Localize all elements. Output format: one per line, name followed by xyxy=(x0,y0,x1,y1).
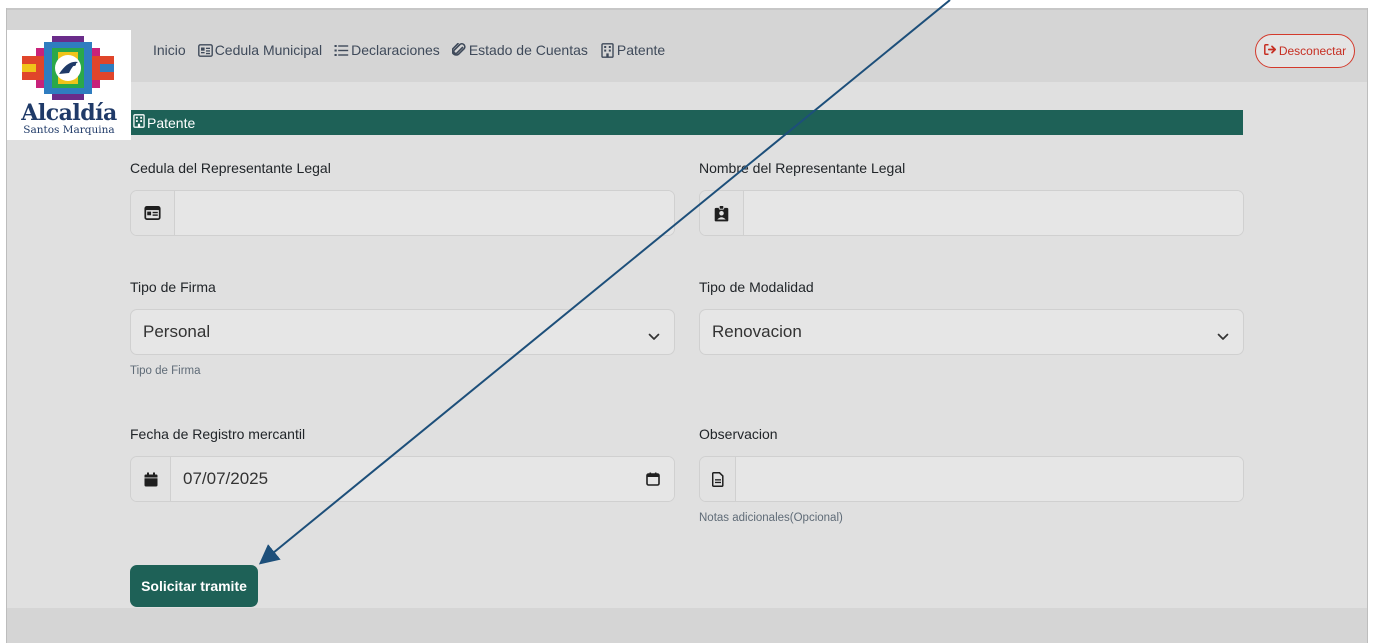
id-badge-icon xyxy=(700,191,744,235)
nav-item-estado-de-cuentas[interactable]: Estado de Cuentas xyxy=(452,42,588,58)
observacion-input-group xyxy=(699,456,1244,502)
brand-logo[interactable]: Alcaldía Santos Marquina xyxy=(7,30,131,140)
fecha-registro-input-group: 07/07/2025 xyxy=(130,456,675,502)
calendar-icon xyxy=(131,457,171,501)
list-icon xyxy=(334,43,349,58)
logout-label: Desconectar xyxy=(1278,44,1347,58)
observacion-label: Observacion xyxy=(699,426,778,442)
fecha-registro-input[interactable]: 07/07/2025 xyxy=(171,457,674,501)
nav-item-label: Declaraciones xyxy=(351,42,440,58)
nombre-label: Nombre del Representante Legal xyxy=(699,160,906,176)
cedula-input[interactable] xyxy=(175,191,674,235)
paperclip-icon xyxy=(452,43,467,58)
nombre-input[interactable] xyxy=(744,191,1243,235)
tipo-firma-value: Personal xyxy=(143,322,211,341)
building-icon xyxy=(133,114,145,131)
nav-item-label: Patente xyxy=(616,42,666,58)
file-text-icon xyxy=(700,457,736,501)
tipo-firma-help: Tipo de Firma xyxy=(130,365,201,377)
tipo-modalidad-label: Tipo de Modalidad xyxy=(699,279,814,295)
section-title: Patente xyxy=(147,114,196,131)
footer xyxy=(7,608,1367,643)
nombre-input-group xyxy=(699,190,1244,236)
nav-item-patente[interactable]: Patente xyxy=(600,42,665,58)
app-screen: Inicio Cedula Municipal Declaraciones Es… xyxy=(6,8,1368,643)
nav-item-declaraciones[interactable]: Declaraciones xyxy=(334,42,440,58)
sign-out-icon xyxy=(1263,44,1276,58)
tipo-modalidad-select[interactable]: Renovacion xyxy=(699,309,1244,355)
brand-title: Alcaldía xyxy=(21,100,117,126)
logout-button[interactable]: Desconectar xyxy=(1255,34,1355,68)
calendar-picker-icon[interactable] xyxy=(646,472,660,486)
chakana-logo-icon xyxy=(22,36,114,100)
chevron-down-icon xyxy=(648,326,660,346)
chevron-down-icon xyxy=(1217,326,1229,346)
brand-subtitle: Santos Marquina xyxy=(23,124,115,136)
observacion-help: Notas adicionales(Opcional) xyxy=(699,512,843,524)
solicitar-tramite-button[interactable]: Solicitar tramite xyxy=(130,565,258,607)
id-card-icon xyxy=(131,191,175,235)
cedula-input-group xyxy=(130,190,675,236)
tipo-firma-label: Tipo de Firma xyxy=(130,279,216,295)
observacion-input[interactable] xyxy=(736,457,1243,501)
fecha-registro-value: 07/07/2025 xyxy=(183,469,269,488)
nav-links: Inicio Cedula Municipal Declaraciones Es… xyxy=(153,42,665,58)
section-header: Patente xyxy=(129,110,1243,135)
nav-item-cedula-municipal[interactable]: Cedula Municipal xyxy=(197,42,323,58)
navbar: Inicio Cedula Municipal Declaraciones Es… xyxy=(7,10,1367,82)
nav-item-label: Inicio xyxy=(153,42,186,58)
id-card-icon xyxy=(197,43,213,58)
nav-item-label: Cedula Municipal xyxy=(214,42,323,58)
building-icon xyxy=(600,42,615,58)
tipo-modalidad-value: Renovacion xyxy=(712,322,802,341)
tipo-firma-select[interactable]: Personal xyxy=(130,309,675,355)
nav-item-label: Estado de Cuentas xyxy=(468,42,588,58)
cedula-label: Cedula del Representante Legal xyxy=(130,160,331,176)
fecha-registro-label: Fecha de Registro mercantil xyxy=(130,426,306,442)
nav-item-inicio[interactable]: Inicio xyxy=(153,42,186,58)
